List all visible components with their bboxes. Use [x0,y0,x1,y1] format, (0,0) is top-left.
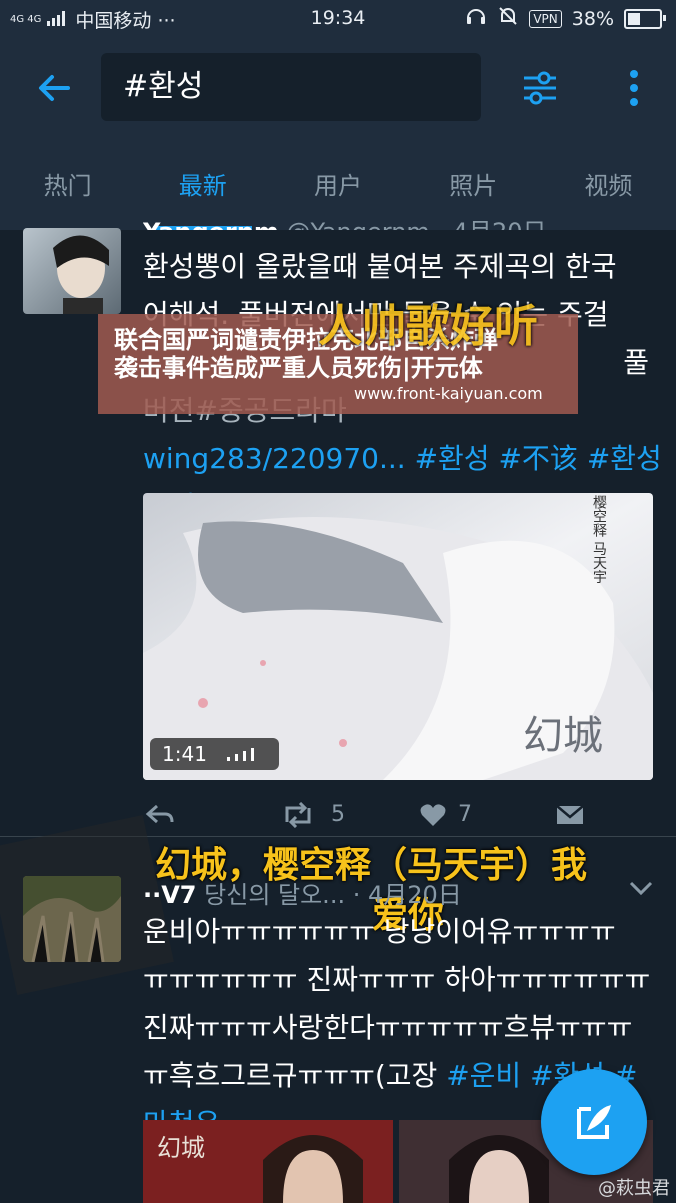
author-name[interactable]: ··V7 [143,881,197,909]
news-url: www.front-kaiyuan.com [354,384,543,403]
poster-name: 樱空释 马天宇 [591,495,607,584]
video-duration: 1:41 [150,738,280,770]
poster-title: 幻城 [523,713,603,759]
video-thumbnail[interactable]: 樱空释 马天宇 幻城 [143,493,653,780]
tweet-header: ··V7 당신의 달오... · 4月20日 [143,875,663,910]
reply-icon[interactable] [145,802,175,834]
tweet-line: ㅠㅠㅠㅠㅠㅠ 진짜ㅠㅠㅠ 하아ㅠㅠㅠㅠㅠㅠ [143,963,651,996]
author-name[interactable]: Yangernm [143,218,279,230]
share-mail-icon[interactable] [555,802,585,834]
battery-percent: 38% [571,7,614,30]
like-icon[interactable] [419,802,447,834]
compose-tweet-button[interactable] [541,1069,647,1175]
retweet-count: 5 [331,802,345,827]
image-title: 幻城 [157,1134,205,1162]
tweet-line: ㅠ흑흐그르규ㅠㅠㅠ(고장 [143,1059,438,1092]
feather-compose-icon [571,1099,617,1149]
hashtags[interactable]: #환성 #不该 #환성 [415,442,662,475]
vpn-badge: VPN [529,9,562,28]
tweet-line: 진짜ㅠㅠㅠ사랑한다ㅠㅠㅠㅠㅠ흐뷰ㅠㅠㅠ [143,1011,633,1044]
tab-top[interactable]: 热门 [0,146,135,230]
caption-top: 人帅歌好听 [318,301,538,352]
search-header: #환성 [0,36,676,146]
tweet-image[interactable]: 幻城 [143,1120,393,1203]
retweet-icon[interactable] [281,801,315,834]
chevron-down-icon[interactable] [628,878,654,902]
news-headline-2: 袭击事件造成严重人员死伤|开元体 [114,354,483,382]
status-right: VPN 38% [465,6,666,31]
back-arrow-icon[interactable] [32,66,76,110]
tweet-line: 환성뽕이 올랐을때 붙여본 주제곡의 한국 [143,250,617,283]
headset-icon [465,6,487,31]
tweet-header: Yangernm @Yangernm · 4月20日 [143,212,663,230]
tweet-line: 운비아ㅠㅠㅠㅠㅠㅠ 낭낭이어유ㅠㅠㅠㅠ [143,915,616,948]
filter-sliders-icon[interactable] [520,66,560,110]
search-input[interactable]: #환성 [101,53,481,121]
like-count: 7 [458,802,472,827]
duration-label: 1:41 [162,742,207,766]
more-vertical-icon[interactable] [620,66,648,110]
battery-icon [624,8,666,29]
status-bar: 4G 4G 中国移动 ··· 19:34 VPN 38% [0,0,676,36]
avatar[interactable] [23,228,121,314]
weibo-watermark: @萩虫君 [598,1178,670,1199]
author-handle: @Yangernm · 4月20日 [286,218,546,230]
author-handle: 당신의 달오... · 4月20日 [204,881,462,909]
tweet-actions: 5 7 [143,800,653,836]
tweet-link[interactable]: wing283/220970... [143,442,406,475]
volume-bars-icon [227,742,267,766]
mute-bell-icon [497,6,519,31]
